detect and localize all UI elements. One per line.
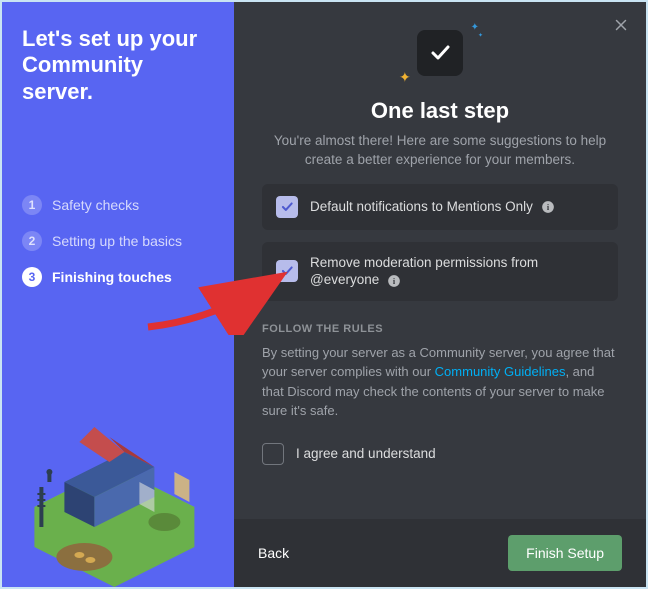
header-icon-wrap: ✦ ✦ ✦ [417,30,463,76]
checkbox-unchecked[interactable] [262,443,284,465]
info-icon[interactable]: i [387,274,401,288]
step-label: Finishing touches [52,269,172,285]
mention-everyone: @everyone [310,272,379,287]
main-subtitle: You're almost there! Here are some sugge… [262,132,618,170]
sparkle-icon: ✦ [478,32,483,39]
modal-container: Let's set up your Community server. 1 Sa… [0,0,648,589]
check-icon [280,200,294,214]
check-icon [428,41,452,65]
agree-label: I agree and understand [296,445,436,463]
step-number: 3 [22,267,42,287]
sparkle-icon: ✦ [399,69,411,86]
step-label: Safety checks [52,197,139,213]
sidebar: Let's set up your Community server. 1 Sa… [2,2,234,587]
sidebar-title: Let's set up your Community server. [2,2,234,105]
option-default-notifications[interactable]: Default notifications to Mentions Only i [262,184,618,230]
info-icon[interactable]: i [541,200,555,214]
finish-setup-button[interactable]: Finish Setup [508,535,622,571]
sidebar-illustration [2,387,234,587]
main-panel: ✦ ✦ ✦ One last step You're almost there!… [234,2,646,587]
rules-text: By setting your server as a Community se… [262,343,618,421]
step-setting-basics[interactable]: 2 Setting up the basics [22,231,214,251]
option-remove-moderation[interactable]: Remove moderation permissions from @ever… [262,242,618,301]
checkbox-checked[interactable] [276,260,298,282]
step-label: Setting up the basics [52,233,182,249]
checkbox-checked[interactable] [276,196,298,218]
check-icon [280,264,294,278]
main-title: One last step [371,98,509,124]
wizard-steps: 1 Safety checks 2 Setting up the basics … [2,195,234,287]
option-agree[interactable]: I agree and understand [262,433,618,465]
option-label: Default notifications to Mentions Only i [310,198,555,216]
step-number: 1 [22,195,42,215]
header-block: ✦ ✦ ✦ One last step You're almost there!… [262,30,618,170]
content-area: ✦ ✦ ✦ One last step You're almost there!… [234,2,646,519]
back-button[interactable]: Back [258,545,289,561]
option-label: Remove moderation permissions from @ever… [310,254,604,289]
rules-heading: FOLLOW THE RULES [262,323,618,335]
step-number: 2 [22,231,42,251]
step-safety-checks[interactable]: 1 Safety checks [22,195,214,215]
footer: Back Finish Setup [234,519,646,587]
step-finishing-touches[interactable]: 3 Finishing touches [22,267,214,287]
check-badge [417,30,463,76]
community-guidelines-link[interactable]: Community Guidelines [435,364,566,379]
